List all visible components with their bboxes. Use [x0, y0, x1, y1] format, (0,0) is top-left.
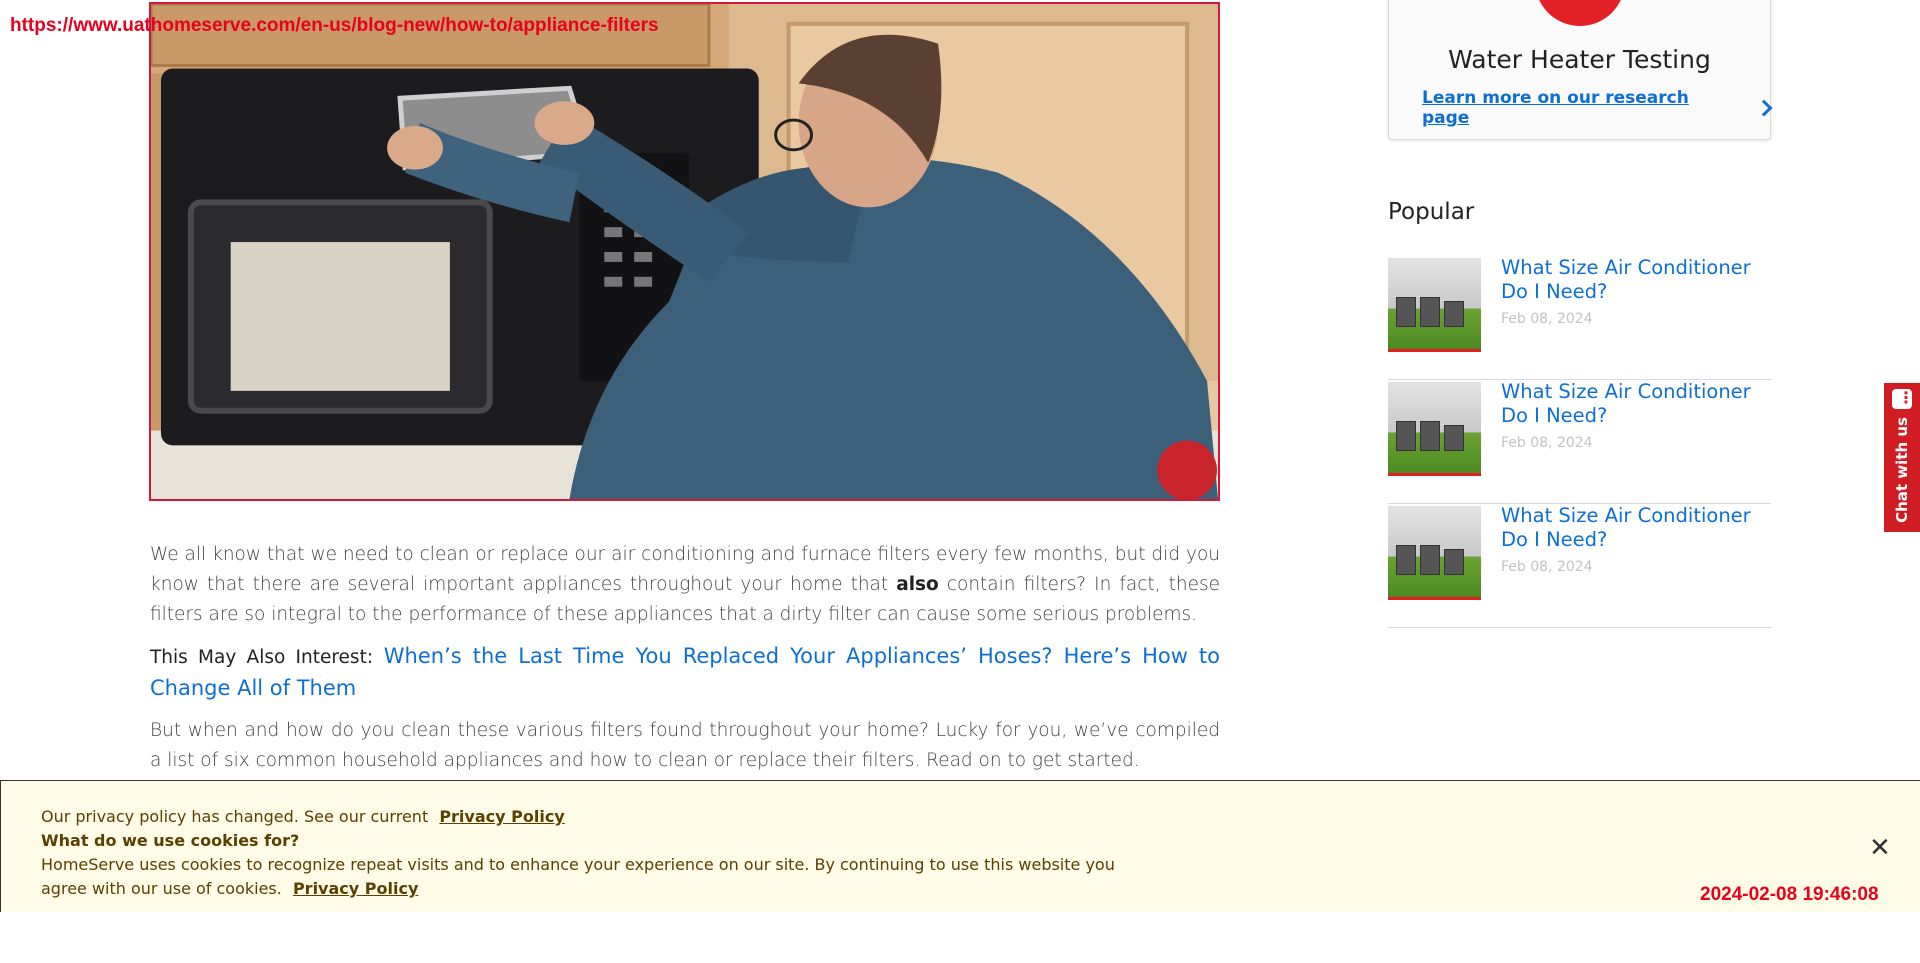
chat-with-us-tab[interactable]: Chat with us — [1884, 383, 1920, 532]
popular-item[interactable]: What Size Air Conditioner Do I Need? Feb… — [1388, 504, 1771, 628]
popular-item-date: Feb 08, 2024 — [1501, 559, 1593, 575]
popular-item-title[interactable]: What Size Air Conditioner Do I Need? — [1501, 380, 1776, 428]
water-heater-card: Water Heater Testing Learn more on our r… — [1388, 0, 1773, 140]
popular-thumbnail[interactable] — [1388, 506, 1481, 600]
hero-image — [149, 2, 1220, 501]
cookie-question: What do we use cookies for? — [41, 831, 300, 850]
also-interest: This May Also Interest: When’s the Last … — [150, 641, 1220, 703]
popular-item-title[interactable]: What Size Air Conditioner Do I Need? — [1501, 256, 1776, 304]
url-overlay: https://www.uathomeserve.com/en-us/blog-… — [10, 15, 659, 36]
close-icon[interactable]: ✕ — [1869, 833, 1891, 863]
research-page-link[interactable]: Learn more on our research page — [1422, 88, 1773, 128]
cookie-banner: Our privacy policy has changed. See our … — [0, 780, 1920, 912]
hero-illustration — [151, 4, 1218, 499]
article-body: We all know that we need to clean or rep… — [150, 540, 1220, 776]
popular-item[interactable]: What Size Air Conditioner Do I Need? Feb… — [1388, 380, 1771, 504]
cookie-line-3: HomeServe uses cookies to recognize repe… — [41, 855, 1115, 874]
card-title: Water Heater Testing — [1448, 45, 1711, 74]
popular-item[interactable]: What Size Air Conditioner Do I Need? Feb… — [1388, 256, 1771, 380]
privacy-policy-link[interactable]: Privacy Policy — [293, 879, 418, 898]
popular-item-date: Feb 08, 2024 — [1501, 435, 1593, 451]
timestamp-overlay: 2024-02-08 19:46:08 — [1700, 884, 1879, 905]
popular-heading: Popular — [1388, 199, 1475, 225]
popular-list: What Size Air Conditioner Do I Need? Feb… — [1388, 256, 1771, 628]
privacy-policy-link[interactable]: Privacy Policy — [439, 807, 564, 826]
cookie-line-4: agree with our use of cookies. Privacy P… — [41, 879, 419, 898]
chat-bubble-icon — [1892, 388, 1914, 409]
chat-label: Chat with us — [1893, 417, 1911, 523]
article-paragraph-1: We all know that we need to clean or rep… — [150, 544, 1220, 625]
cookie-line-1: Our privacy policy has changed. See our … — [41, 807, 565, 826]
article-paragraph-2: But when and how do you clean these vari… — [150, 720, 1220, 771]
research-page-link-label: Learn more on our research page — [1422, 88, 1689, 128]
popular-thumbnail[interactable] — [1388, 382, 1481, 476]
popular-item-date: Feb 08, 2024 — [1501, 311, 1593, 327]
also-interest-label: This May Also Interest: — [150, 647, 374, 668]
water-heater-badge-icon — [1535, 0, 1625, 26]
popular-item-title[interactable]: What Size Air Conditioner Do I Need? — [1501, 504, 1776, 552]
chevron-right-icon — [1755, 99, 1773, 117]
popular-thumbnail[interactable] — [1388, 258, 1481, 352]
